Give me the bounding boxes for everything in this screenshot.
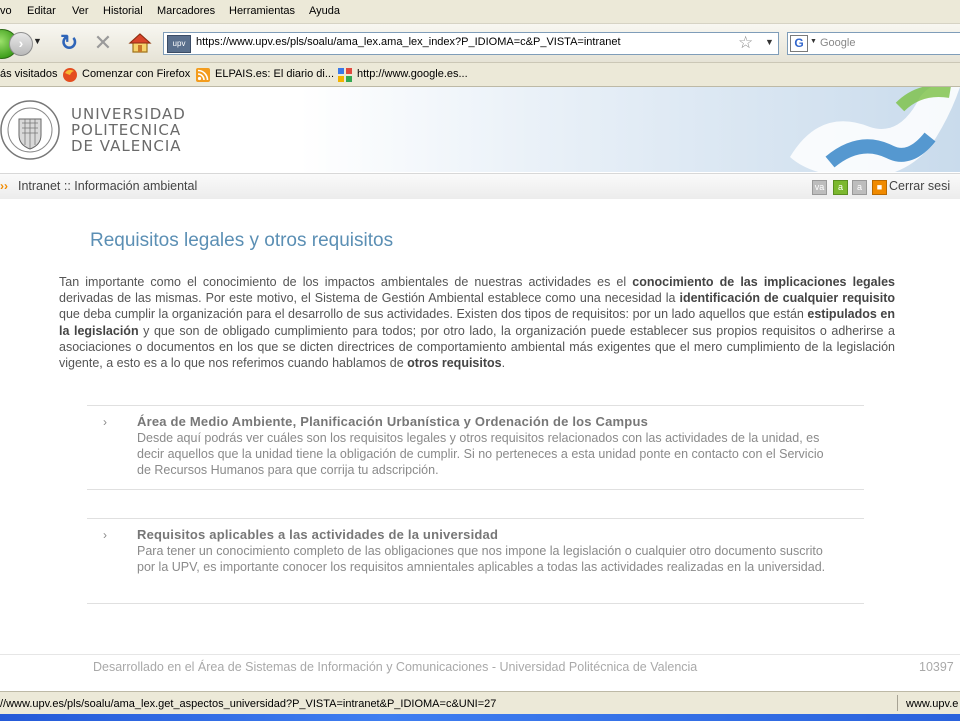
menu-herramientas[interactable]: Herramientas: [229, 5, 295, 17]
google-icon: [338, 68, 352, 82]
status-domain: www.upv.e: [906, 698, 959, 710]
breadcrumb: Intranet :: Información ambiental: [18, 179, 198, 193]
intro-text: Tan importante como el conocimiento de l…: [59, 275, 633, 289]
search-engine-dropdown-icon[interactable]: ▼: [810, 38, 817, 45]
footer-link-upv[interactable]: Universidad Politécnica de Valencia: [499, 660, 697, 674]
page-title: Requisitos legales y otros requisitos: [90, 230, 394, 251]
intro-text-bold: conocimiento de las implicaciones legale…: [632, 275, 895, 289]
bookmark-comenzar-firefox[interactable]: Comenzar con Firefox: [82, 68, 190, 80]
menu-editar[interactable]: Editar: [27, 5, 56, 17]
status-bar: //www.upv.es/pls/soalu/ama_lex.get_aspec…: [0, 691, 960, 721]
card-area-medio-ambiente[interactable]: › Área de Medio Ambiente, Planificación …: [87, 405, 864, 490]
url-bar[interactable]: upv https://www.upv.es/pls/soalu/ama_lex…: [163, 32, 779, 55]
accessibility-va-button[interactable]: va: [812, 180, 827, 195]
site-header: UNIVERSIDAD POLITECNICA DE VALENCIA: [0, 87, 960, 172]
breadcrumb-bar: ›› Intranet :: Información ambiental va …: [0, 173, 960, 200]
home-button[interactable]: [127, 31, 153, 55]
bookmark-google[interactable]: http://www.google.es...: [357, 68, 468, 80]
university-name-line-3: DE VALENCIA: [71, 137, 182, 155]
menu-bar: vo Editar Ver Historial Marcadores Herra…: [0, 0, 960, 24]
search-input[interactable]: Google: [820, 37, 855, 49]
rss-feed-icon: [196, 68, 210, 82]
stop-button[interactable]: ✕: [91, 31, 115, 55]
card-title[interactable]: Área de Medio Ambiente, Planificación Ur…: [137, 414, 648, 429]
reload-button[interactable]: ↻: [57, 31, 81, 55]
google-icon[interactable]: G: [790, 35, 808, 52]
card-description: Desde aquí podrás ver cuáles son los req…: [137, 431, 824, 477]
reload-icon: ↻: [59, 30, 79, 55]
bookmark-elpais[interactable]: ELPAIS.es: El diario di...: [215, 68, 334, 80]
footer-separator: -: [488, 660, 500, 674]
home-icon: [128, 33, 152, 53]
intro-paragraph: Tan importante como el conocimiento de l…: [59, 274, 895, 371]
close-icon: ✕: [93, 30, 113, 55]
logout-link[interactable]: Cerrar sesi: [889, 179, 950, 193]
bookmarks-toolbar: ás visitados Comenzar con Firefox ELPAIS…: [0, 63, 960, 87]
url-input[interactable]: https://www.upv.es/pls/soalu/ama_lex.ama…: [196, 36, 621, 48]
card-description: Para tener un conocimiento completo de l…: [137, 544, 826, 574]
menu-ver[interactable]: Ver: [72, 5, 89, 17]
intro-text-bold: identificación de cualquier requisito: [679, 291, 895, 306]
intro-text: .: [501, 356, 506, 371]
menu-historial[interactable]: Historial: [103, 5, 143, 17]
double-chevron-icon: ››: [0, 179, 8, 193]
menu-marcadores[interactable]: Marcadores: [157, 5, 215, 17]
status-url: //www.upv.es/pls/soalu/ama_lex.get_aspec…: [0, 698, 497, 710]
history-dropdown-icon[interactable]: ▼: [33, 36, 42, 46]
intro-text: que deba cumplir la organización para el…: [59, 307, 808, 322]
font-size-alt-button[interactable]: a: [852, 180, 867, 195]
chevron-right-icon: ›: [103, 528, 107, 542]
chevron-right-icon: ›: [103, 415, 107, 429]
site-identity-icon[interactable]: upv: [167, 35, 191, 53]
forward-button[interactable]: ›: [9, 32, 33, 56]
bookmark-star-icon[interactable]: ☆: [738, 33, 753, 53]
lock-icon[interactable]: ■: [872, 180, 887, 195]
card-title[interactable]: Requisitos aplicables a las actividades …: [137, 527, 498, 542]
search-box[interactable]: G ▼ Google: [787, 32, 960, 55]
footer-link-asic[interactable]: Desarrollado en el Área de Sistemas de I…: [93, 660, 488, 674]
intro-text-bold: otros requisitos: [407, 356, 502, 371]
url-dropdown-icon[interactable]: ▼: [765, 37, 774, 47]
university-seal-icon: [0, 100, 60, 160]
intro-text: derivadas de las mismas. Por este motivo…: [59, 291, 680, 306]
navigation-toolbar: › ▼ ↻ ✕ upv https://www.upv.es/pls/soalu…: [0, 24, 960, 63]
decorative-hand-graphic: [790, 87, 960, 172]
page-footer: Desarrollado en el Área de Sistemas de I…: [0, 654, 960, 681]
menu-archivo[interactable]: vo: [0, 5, 12, 17]
footer-credits: Desarrollado en el Área de Sistemas de I…: [93, 660, 697, 674]
font-size-button[interactable]: a: [833, 180, 848, 195]
menu-ayuda[interactable]: Ayuda: [309, 5, 340, 17]
card-requisitos-universidad[interactable]: › Requisitos aplicables a las actividade…: [87, 518, 864, 604]
bookmark-most-visited[interactable]: ás visitados: [0, 68, 57, 80]
firefox-icon: [63, 68, 77, 82]
footer-counter: 10397: [919, 660, 954, 674]
arrow-right-icon: ›: [18, 35, 24, 51]
main-content: Requisitos legales y otros requisitos Ta…: [0, 199, 960, 689]
status-divider: [897, 695, 898, 711]
